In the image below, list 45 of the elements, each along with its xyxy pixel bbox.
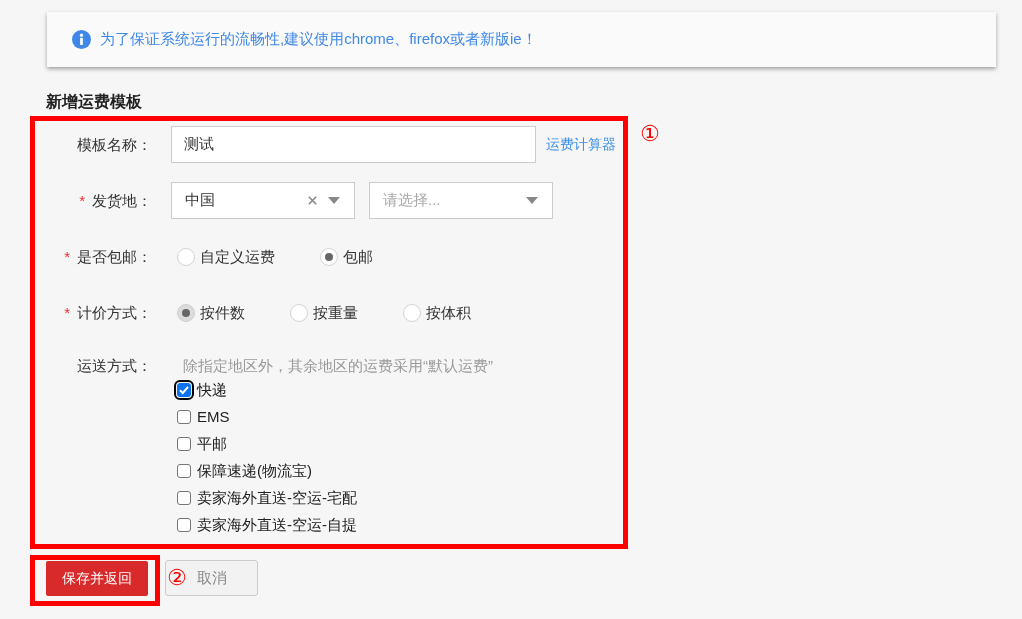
- page-title: 新增运费模板: [46, 92, 142, 112]
- checkbox[interactable]: [177, 490, 191, 505]
- checkbox-label: 卖家海外直送-空运-自提: [197, 514, 357, 535]
- required-mark: *: [79, 190, 85, 211]
- notice-text: 为了保证系统运行的流畅性,建议使用chrome、firefox或者新版ie！: [100, 29, 537, 50]
- checkbox-label: EMS: [197, 406, 230, 427]
- radio-button[interactable]: [290, 303, 308, 322]
- annotation-number: ①: [640, 121, 660, 147]
- clear-icon[interactable]: [308, 196, 317, 205]
- select-field[interactable]: 中国: [171, 182, 355, 219]
- radio-button[interactable]: [320, 247, 338, 266]
- field-label: 是否包邮：: [77, 246, 152, 267]
- checkbox[interactable]: [177, 382, 191, 397]
- field-label: 运送方式：: [77, 356, 152, 376]
- required-mark: *: [64, 302, 70, 323]
- select-placeholder: 请选择...: [383, 190, 441, 211]
- checkbox-label: 保障速递(物流宝): [197, 460, 312, 481]
- field-label: 发货地：: [92, 190, 152, 211]
- radio-label: 按重量: [313, 302, 358, 323]
- select-value: 中国: [185, 190, 215, 211]
- checkbox[interactable]: [177, 409, 191, 424]
- hint-text: 除指定地区外，其余地区的运费采用“默认运费”: [183, 356, 493, 376]
- radio-button[interactable]: [177, 247, 195, 266]
- annotation-number: ②: [167, 565, 187, 591]
- save-button[interactable]: 保存并返回: [46, 561, 148, 596]
- field-label: 计价方式：: [77, 302, 152, 323]
- calculator-link[interactable]: 运费计算器: [546, 134, 616, 155]
- caret-icon: [526, 197, 538, 204]
- field-label: 模板名称：: [77, 134, 152, 155]
- checkbox[interactable]: [177, 517, 191, 532]
- caret-icon: [328, 197, 340, 204]
- info-icon: [72, 30, 91, 49]
- radio-button[interactable]: [403, 303, 421, 322]
- checkbox-label: 平邮: [197, 433, 227, 454]
- text-input[interactable]: 测试: [171, 126, 536, 163]
- required-mark: *: [64, 246, 70, 267]
- checkbox[interactable]: [177, 463, 191, 478]
- radio-label: 按件数: [200, 302, 245, 323]
- checkbox-label: 卖家海外直送-空运-宅配: [197, 487, 357, 508]
- checkbox-label: 快递: [197, 379, 227, 400]
- radio-label: 包邮: [343, 246, 373, 267]
- radio-button[interactable]: [177, 303, 195, 322]
- radio-label: 自定义运费: [200, 246, 275, 267]
- radio-label: 按体积: [426, 302, 471, 323]
- checkbox[interactable]: [177, 436, 191, 451]
